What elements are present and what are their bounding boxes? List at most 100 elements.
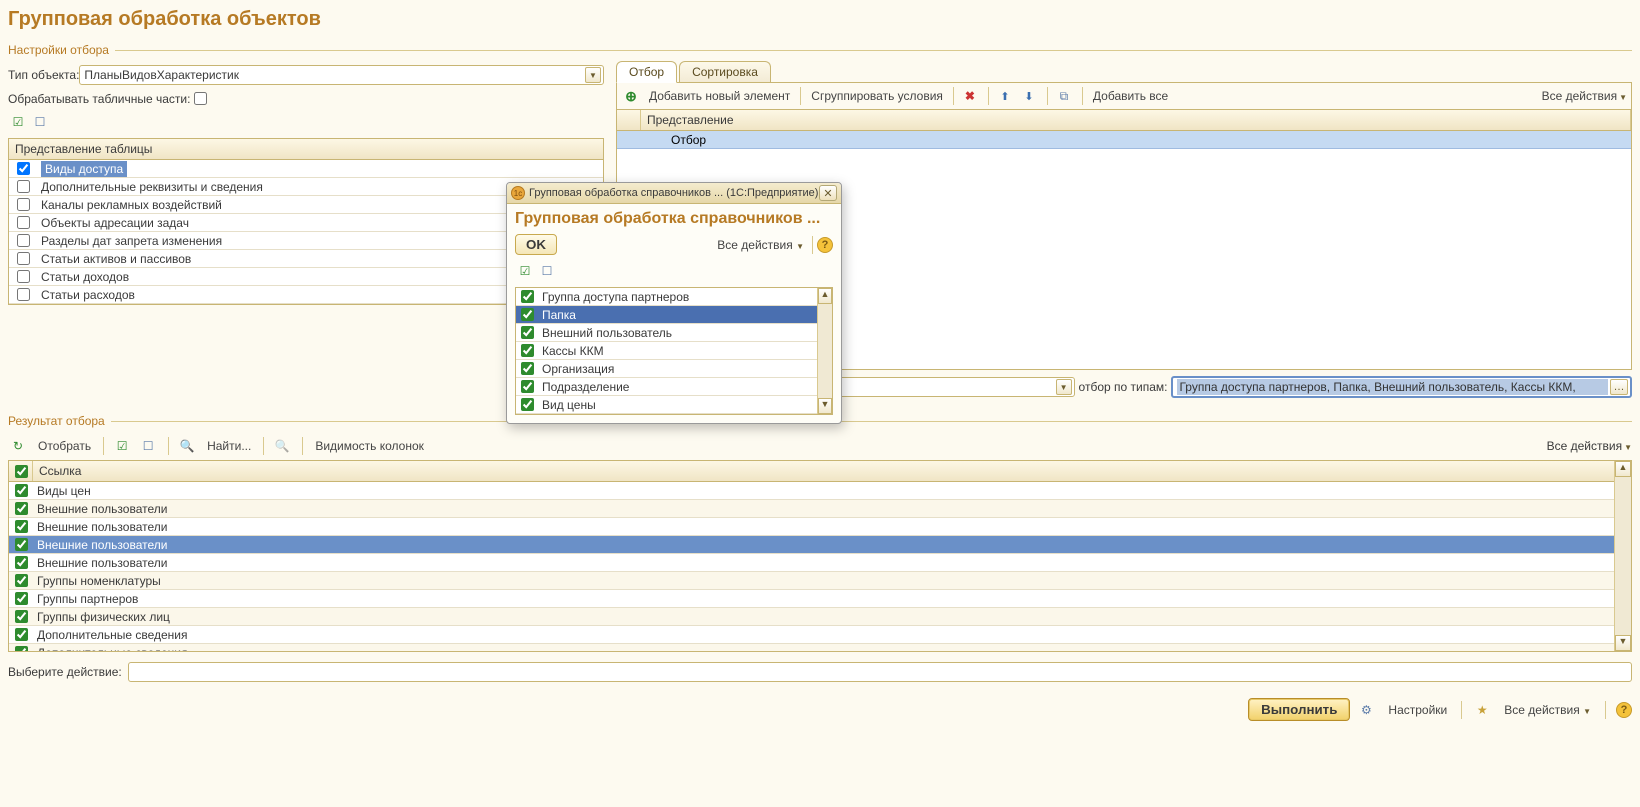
row-checkbox[interactable] — [9, 571, 33, 590]
delete-icon[interactable]: ✖ — [960, 86, 980, 106]
execute-button[interactable]: Выполнить — [1248, 698, 1350, 721]
result-row[interactable]: Группы партнеров — [9, 590, 1631, 608]
type-list-row[interactable]: Организация — [516, 360, 832, 378]
refresh-icon[interactable]: ↻ — [8, 436, 28, 456]
row-checkbox[interactable] — [9, 195, 37, 214]
type-filter-input[interactable]: Группа доступа партнеров, Папка, Внешний… — [1171, 376, 1632, 398]
move-up-icon[interactable]: ⬆ — [995, 86, 1015, 106]
tab-sort[interactable]: Сортировка — [679, 61, 771, 82]
row-checkbox[interactable] — [9, 553, 33, 572]
clear-search-icon[interactable]: 🔍 — [272, 436, 292, 456]
select-button[interactable]: Отобрать — [34, 437, 95, 455]
dialog-title-bar[interactable]: 1c Групповая обработка справочников ... … — [507, 183, 841, 204]
scrollbar[interactable]: ▲ ▼ — [1614, 461, 1631, 651]
help-icon[interactable]: ? — [1616, 702, 1632, 718]
check-all-icon[interactable]: ☑ — [8, 112, 28, 132]
result-row[interactable]: Виды цен — [9, 482, 1631, 500]
result-row[interactable]: Внешние пользователи — [9, 518, 1631, 536]
row-checkbox[interactable] — [516, 287, 538, 306]
type-list-row[interactable]: Внешний пользователь — [516, 324, 832, 342]
row-checkbox[interactable] — [516, 377, 538, 396]
type-list-row[interactable]: Вид цены — [516, 396, 832, 414]
row-label: Папка — [538, 308, 576, 322]
row-checkbox[interactable] — [9, 177, 37, 196]
add-all-button[interactable]: Добавить все — [1089, 87, 1172, 105]
close-icon[interactable]: ✕ — [819, 185, 837, 201]
filter-toolbar: ⊕ Добавить новый элемент Сгруппировать у… — [616, 83, 1632, 110]
scrollbar[interactable]: ▲ ▼ — [817, 288, 832, 414]
row-checkbox[interactable] — [516, 341, 538, 360]
find-button[interactable]: Найти... — [203, 437, 255, 455]
tables-list-header: Представление таблицы — [9, 139, 603, 160]
column-visibility-button[interactable]: Видимость колонок — [311, 437, 428, 455]
footer-bar: Выполнить ⚙ Настройки ★ Все действия ▼ ? — [0, 692, 1640, 731]
row-checkbox[interactable] — [9, 643, 33, 652]
object-type-select[interactable]: ПланыВидовХарактеристик ▼ — [79, 65, 604, 85]
all-actions-button[interactable]: Все действия▼ — [1547, 439, 1632, 453]
result-row[interactable]: Группы физических лиц — [9, 608, 1631, 626]
row-checkbox[interactable] — [9, 517, 33, 536]
dropdown-icon[interactable]: ▼ — [1056, 379, 1072, 395]
move-down-icon[interactable]: ⬇ — [1019, 86, 1039, 106]
result-grid-check-header[interactable] — [9, 461, 33, 481]
uncheck-all-icon[interactable]: ☐ — [537, 261, 557, 281]
tab-filter[interactable]: Отбор — [616, 61, 677, 83]
row-checkbox[interactable] — [9, 481, 33, 500]
result-grid-col-link[interactable]: Ссылка — [33, 461, 1631, 481]
settings-button[interactable]: Настройки — [1384, 701, 1451, 719]
check-all-icon[interactable]: ☑ — [112, 436, 132, 456]
uncheck-all-icon[interactable]: ☐ — [30, 112, 50, 132]
all-actions-button[interactable]: Все действия ▼ — [1500, 701, 1595, 719]
settings-icon[interactable]: ⚙ — [1356, 700, 1376, 720]
all-actions-button[interactable]: Все действия▼ — [1542, 89, 1627, 103]
separator — [302, 437, 303, 455]
help-icon[interactable]: ? — [817, 237, 833, 253]
row-checkbox[interactable] — [9, 231, 37, 250]
row-checkbox[interactable] — [9, 159, 37, 178]
scroll-up-icon[interactable]: ▲ — [818, 288, 832, 304]
search-icon[interactable]: 🔍 — [177, 436, 197, 456]
row-checkbox[interactable] — [9, 213, 37, 232]
type-list-row[interactable]: Кассы ККМ — [516, 342, 832, 360]
filter-row[interactable]: Отбор — [617, 131, 1631, 149]
add-element-button[interactable]: Добавить новый элемент — [645, 87, 794, 105]
result-row[interactable]: Дополнительные сведения — [9, 644, 1631, 652]
row-checkbox[interactable] — [9, 625, 33, 644]
add-icon[interactable]: ⊕ — [621, 86, 641, 106]
row-checkbox[interactable] — [9, 285, 37, 304]
ellipsis-icon[interactable]: … — [1610, 379, 1628, 395]
row-checkbox[interactable] — [516, 323, 538, 342]
type-list-row[interactable]: Группа доступа партнеров — [516, 288, 832, 306]
check-all-icon[interactable]: ☑ — [515, 261, 535, 281]
favorite-icon[interactable]: ★ — [1472, 700, 1492, 720]
row-checkbox[interactable] — [9, 589, 33, 608]
row-checkbox[interactable] — [9, 535, 33, 554]
row-checkbox[interactable] — [9, 499, 33, 518]
result-row[interactable]: Дополнительные сведения — [9, 626, 1631, 644]
ok-button[interactable]: OK — [515, 234, 557, 255]
result-row[interactable]: Внешние пользователи — [9, 536, 1631, 554]
row-checkbox[interactable] — [9, 249, 37, 268]
row-checkbox[interactable] — [9, 607, 33, 626]
row-checkbox[interactable] — [516, 395, 538, 414]
table-row[interactable]: Виды доступа — [9, 160, 603, 178]
type-list-row[interactable]: Папка — [516, 306, 832, 324]
all-actions-button[interactable]: Все действия ▼ — [713, 236, 808, 254]
result-row[interactable]: Группы номенклатуры — [9, 572, 1631, 590]
scroll-up-icon[interactable]: ▲ — [1615, 461, 1631, 477]
row-checkbox[interactable] — [516, 305, 538, 324]
type-list-row[interactable]: Подразделение — [516, 378, 832, 396]
tree-icon[interactable]: ⧉ — [1054, 86, 1074, 106]
row-checkbox[interactable] — [516, 359, 538, 378]
result-row[interactable]: Внешние пользователи — [9, 554, 1631, 572]
scroll-down-icon[interactable]: ▼ — [818, 398, 832, 414]
scroll-down-icon[interactable]: ▼ — [1615, 635, 1631, 651]
filter-grid-col-repr[interactable]: Представление — [641, 110, 1631, 130]
choose-action-input[interactable] — [128, 662, 1632, 682]
dropdown-icon[interactable]: ▼ — [585, 67, 601, 83]
uncheck-all-icon[interactable]: ☐ — [138, 436, 158, 456]
group-conditions-button[interactable]: Сгруппировать условия — [807, 87, 947, 105]
result-row[interactable]: Внешние пользователи — [9, 500, 1631, 518]
tabular-parts-checkbox[interactable] — [194, 92, 207, 105]
row-checkbox[interactable] — [9, 267, 37, 286]
